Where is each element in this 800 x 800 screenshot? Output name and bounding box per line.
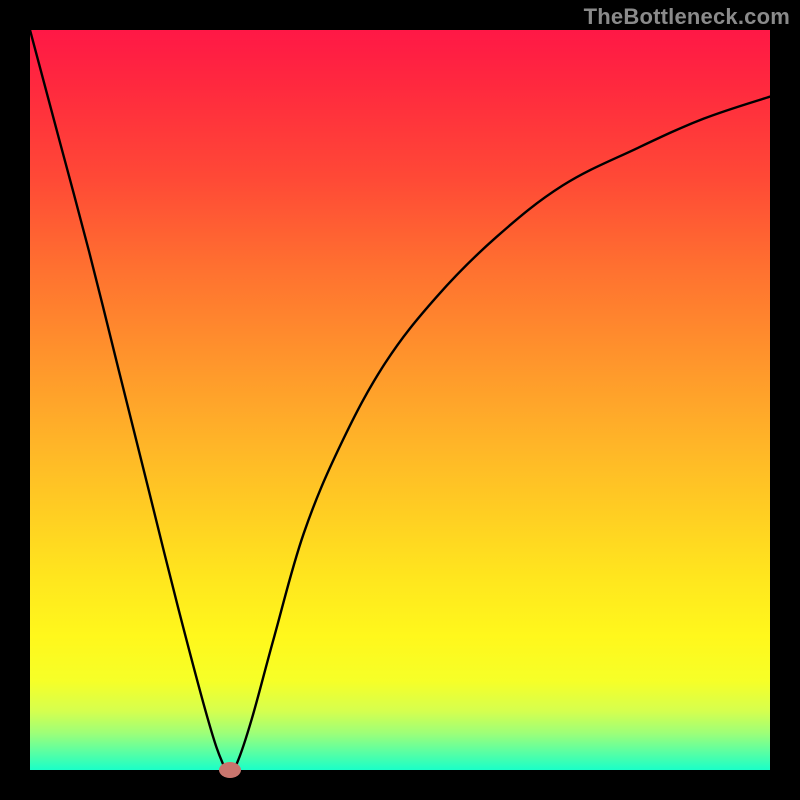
watermark-text: TheBottleneck.com bbox=[584, 4, 790, 30]
curve-svg bbox=[30, 30, 770, 770]
chart-frame: TheBottleneck.com bbox=[0, 0, 800, 800]
minimum-marker bbox=[219, 762, 241, 778]
bottleneck-curve bbox=[30, 30, 770, 770]
plot-area bbox=[30, 30, 770, 770]
